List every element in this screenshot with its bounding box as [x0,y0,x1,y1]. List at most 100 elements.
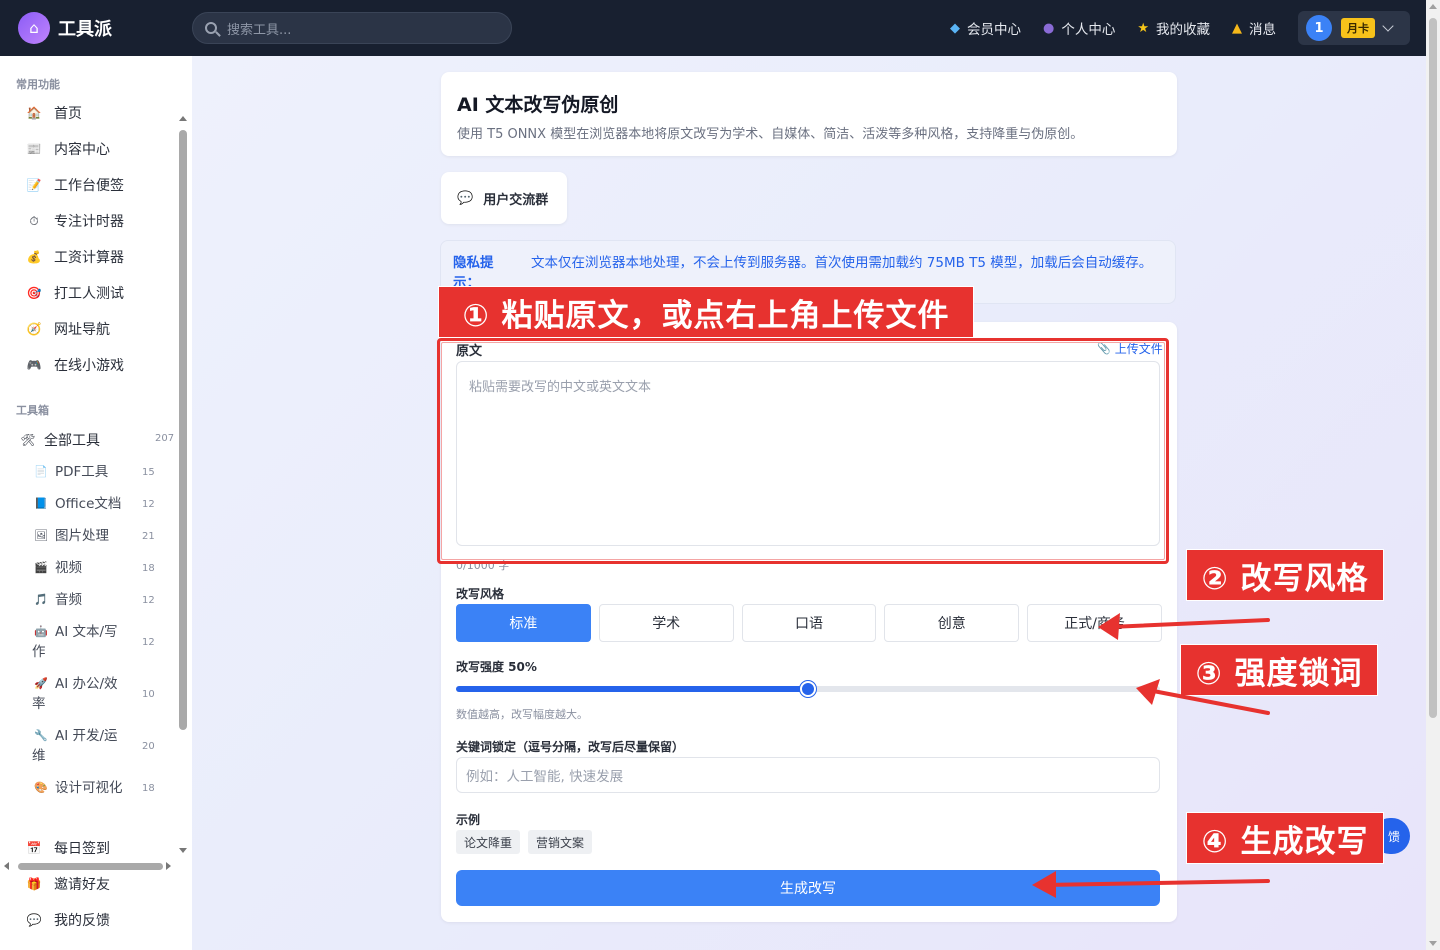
brand-name: 工具派 [58,19,112,40]
style-option-academic[interactable]: 学术 [598,604,734,642]
page-description: 使用 T5 ONNX 模型在浏览器本地将原文改写为学术、自媒体、简洁、活泼等多种… [457,127,1084,142]
category-label: 图片处理 [55,528,109,544]
speech-bubble-icon: 💬 [26,913,42,927]
sidebar-item-label: 邀请好友 [54,877,110,893]
example-tag-thesis[interactable]: 论文降重 [456,830,521,854]
scroll-down-arrow-icon[interactable] [1429,941,1437,946]
search-placeholder: 搜索工具... [227,22,292,38]
wrench-icon: 🔧 [34,729,48,742]
scrollbar-thumb[interactable] [18,863,163,870]
slider-handle[interactable] [800,681,816,697]
nav-label: 消息 [1249,22,1276,38]
category-count: 20 [142,741,155,752]
tools-icon: 🛠 [20,433,36,447]
category-count: 12 [142,637,155,648]
style-option-formal[interactable]: 正式/商务 [1027,604,1162,642]
music-icon: 🎵 [34,593,48,606]
sidebar-item-label: 打工人测试 [54,286,124,302]
scrollbar-thumb[interactable] [1429,18,1437,718]
tool-count: 207 [155,433,175,444]
nav-personal-center[interactable]: ● 个人中心 [1043,18,1115,39]
sidebar-item-label: 在线小游戏 [54,358,124,374]
strength-label: 改写强度 50% [456,660,537,674]
scroll-up-arrow-icon[interactable] [179,116,187,121]
scroll-up-arrow-icon[interactable] [1429,4,1437,9]
sidebar-item-label: 我的反馈 [54,913,110,929]
sidebar-item-salary[interactable]: 💰 工资计算器 [26,245,124,269]
style-option-creative[interactable]: 创意 [884,604,1020,642]
sidebar-item-games[interactable]: 🎮 在线小游戏 [26,353,124,377]
sidebar-item-checkin[interactable]: 📅 每日签到 [26,836,110,860]
sidebar-item-label: 工作台便签 [54,178,124,194]
page-title: AI 文本改写伪原创 [457,94,619,116]
category-office[interactable]: 📘 Office文档 [34,494,121,514]
category-label: AI 文本/写 [55,624,118,640]
sidebar-item-feedback[interactable]: 💬 我的反馈 [26,908,110,932]
category-label: 设计可视化 [55,780,123,796]
sidebar-item-invite[interactable]: 🎁 邀请好友 [26,872,110,896]
category-count: 18 [142,563,155,574]
money-bag-icon: 💰 [26,250,42,264]
style-option-standard[interactable]: 标准 [456,604,591,642]
sidebar-hscrollbar[interactable] [4,860,176,872]
chevron-down-icon [1382,20,1394,32]
group-label: 用户交流群 [483,192,549,208]
section-title-toolbox: 工具箱 [16,404,49,417]
sidebar-item-all-tools[interactable]: 🛠 全部工具 [20,428,100,452]
example-tag-marketing[interactable]: 营销文案 [528,830,593,854]
sidebar-item-nav[interactable]: 🧭 网址导航 [26,317,110,341]
generate-button[interactable]: 生成改写 [456,870,1160,906]
keyword-placeholder: 例如：人工智能, 快速发展 [466,769,624,785]
strength-slider[interactable] [456,681,1160,697]
keyword-input[interactable]: 例如：人工智能, 快速发展 [456,757,1160,793]
examples-label: 示例 [456,813,481,827]
nav-messages[interactable]: ▲ 消息 [1232,18,1276,39]
nav-label: 我的收藏 [1156,22,1210,38]
target-icon: 🎯 [26,286,42,300]
vip-badge: 月卡 [1341,18,1375,38]
slider-fill [456,686,808,692]
nav-member-center[interactable]: ◆ 会员中心 [950,18,1021,39]
user-group-button[interactable]: 💬 用户交流群 [441,172,567,224]
stopwatch-icon: ⏱ [29,213,39,228]
scrollbar-thumb[interactable] [179,130,187,730]
category-count: 12 [142,595,155,606]
top-nav: ◆ 会员中心 ● 个人中心 ★ 我的收藏 ▲ 消息 [950,0,1276,56]
sidebar-item-test[interactable]: 🎯 打工人测试 [26,281,124,305]
sidebar-scrollbar[interactable] [178,114,188,854]
scroll-left-arrow-icon[interactable] [4,862,9,870]
palette-icon: 🎨 [34,781,48,794]
user-menu[interactable]: 1 月卡 [1298,11,1410,45]
sidebar-item-memo[interactable]: 📝 工作台便签 [26,173,124,197]
category-design[interactable]: 🎨 设计可视化 [34,778,123,798]
page-scrollbar[interactable] [1426,0,1440,950]
category-video[interactable]: 🎬 视频 [34,558,82,578]
home-icon: 🏠 [26,106,42,120]
sidebar-item-content[interactable]: 📰 内容中心 [26,137,110,161]
category-audio[interactable]: 🎵 音频 [34,590,82,610]
nav-favorites[interactable]: ★ 我的收藏 [1137,18,1210,39]
category-ai-text[interactable]: 🤖 AI 文本/写 [34,622,118,642]
diamond-icon: ◆ [950,20,960,36]
category-label: 音频 [55,592,82,608]
avatar: 1 [1306,15,1332,41]
category-label-wrap: 维 [32,748,46,764]
pdf-icon: 📄 [34,465,48,478]
category-count: 21 [142,531,155,542]
scroll-right-arrow-icon[interactable] [166,862,171,870]
category-image[interactable]: 🖼 图片处理 [34,526,109,546]
category-ai-office[interactable]: 🚀 AI 办公/效 [34,674,118,694]
category-ai-dev[interactable]: 🔧 AI 开发/运 [34,726,118,746]
scroll-down-arrow-icon[interactable] [179,848,187,853]
style-option-colloquial[interactable]: 口语 [741,604,877,642]
search-input[interactable]: 搜索工具... [192,12,512,44]
category-count: 12 [142,499,155,510]
news-icon: 📰 [26,142,42,156]
brand-logo[interactable]: ⌂ 工具派 [18,12,112,44]
sidebar-item-timer[interactable]: ⏱ 专注计时器 [26,209,124,233]
memo-icon: 📝 [26,178,42,192]
category-label: AI 办公/效 [55,676,118,692]
sidebar-item-home[interactable]: 🏠 首页 [26,101,82,125]
category-pdf[interactable]: 📄 PDF工具 [34,462,108,482]
style-selector: 标准 学术 口语 创意 正式/商务 [456,604,1162,642]
